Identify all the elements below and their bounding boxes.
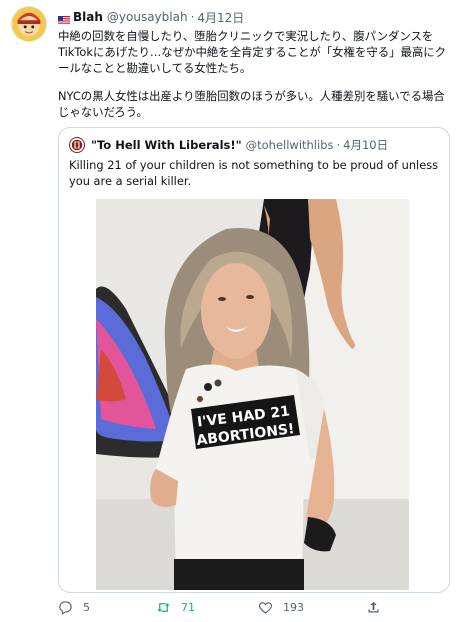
tweet-text: 中絶の回数を自慢したり、堕胎クリニックで実況したり、腹パンダンスをTikTokに…: [58, 28, 450, 132]
tweet-card[interactable]: Blah @yousayblah · 4月12日 中絶の回数を自慢したり、堕胎ク…: [0, 0, 460, 622]
quoted-tweet-header: "To Hell With Liberals!" @tohellwithlibs…: [69, 136, 388, 154]
tweet-paragraph: 中絶の回数を自慢したり、堕胎クリニックで実況したり、腹パンダンスをTikTokに…: [58, 29, 447, 75]
quoted-header-separator: ·: [336, 138, 341, 152]
retweet-button[interactable]: 71: [156, 597, 195, 617]
share-icon: [368, 601, 379, 612]
quoted-author-avatar: [69, 137, 85, 153]
reply-count: 5: [83, 600, 90, 614]
reply-icon: [59, 600, 72, 615]
quoted-tweet-date: 4月10日: [343, 138, 389, 152]
tweet-date[interactable]: 4月12日: [197, 9, 244, 26]
like-button[interactable]: 193: [258, 597, 304, 617]
header-separator: ·: [190, 10, 195, 24]
retweet-icon: [157, 602, 170, 612]
quoted-tweet-photo[interactable]: I'VE HAD 21 ABORTIONS!: [96, 199, 409, 590]
share-button[interactable]: [366, 597, 391, 617]
tweet-paragraph: NYCの黒人女性は出産より堕胎回数のほうが多い。人種差別を騒いでる場合じゃないだ…: [58, 89, 445, 119]
quoted-tweet[interactable]: "To Hell With Liberals!" @tohellwithlibs…: [58, 127, 450, 593]
quoted-author-name: "To Hell With Liberals!": [91, 138, 242, 152]
author-name[interactable]: Blah: [73, 10, 103, 24]
tweet-actions: 5 71 193: [58, 597, 450, 617]
quoted-tweet-text: Killing 21 of your children is not somet…: [69, 158, 439, 188]
author-avatar[interactable]: [11, 6, 47, 42]
author-handle[interactable]: @yousayblah: [107, 10, 188, 24]
tweet-header: Blah @yousayblah · 4月12日: [58, 8, 244, 26]
quoted-author-handle: @tohellwithlibs: [245, 138, 334, 152]
heart-icon: [259, 601, 272, 613]
retweet-count: 71: [181, 600, 195, 614]
reply-button[interactable]: 5: [58, 597, 90, 617]
like-count: 193: [283, 600, 304, 614]
us-flag-icon: [58, 13, 70, 24]
